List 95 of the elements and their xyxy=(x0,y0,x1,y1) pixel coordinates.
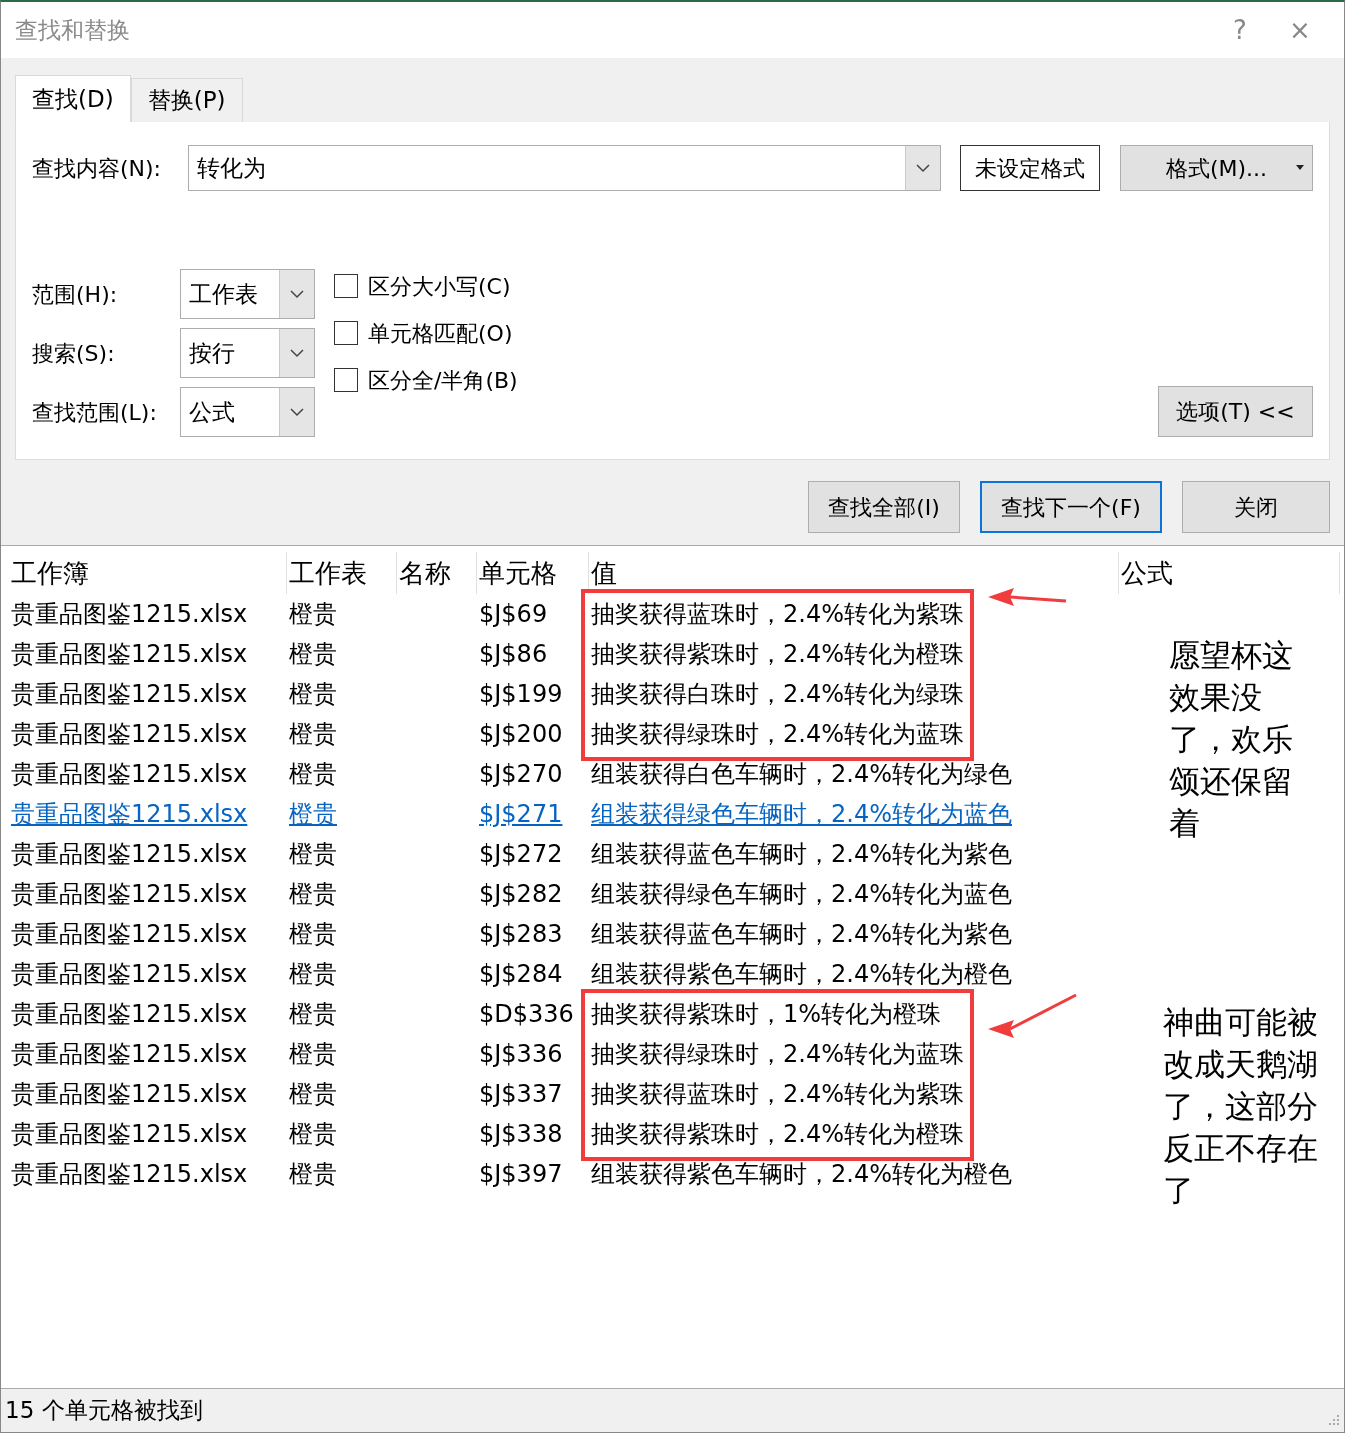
status-text: 15 个单元格被找到 xyxy=(5,1396,203,1426)
table-cell-text: 橙贵 xyxy=(289,1159,337,1190)
table-cell-text: 抽奖获得白珠时，2.4%转化为绿珠 xyxy=(591,679,964,710)
caret-icon xyxy=(1296,165,1304,170)
annotation-text: 神曲可能被改成天鹅湖了，这部分反正不存在了 xyxy=(1163,1003,1319,1210)
action-button[interactable]: 查找全部(I) xyxy=(808,481,960,533)
tab[interactable]: 替换(P) xyxy=(130,78,243,122)
table-cell-text: 组装获得白色车辆时，2.4%转化为绿色 xyxy=(591,759,1012,790)
table-cell-text: 抽奖获得蓝珠时，2.4%转化为紫珠 xyxy=(591,1079,964,1110)
table-cell-text: 贵重品图鉴1215.xlsx xyxy=(11,719,248,750)
field-label: 查找内容(N): xyxy=(32,154,163,183)
checkbox-label: 单元格匹配(O) xyxy=(368,319,513,348)
format-preview[interactable]: 未设定格式 xyxy=(960,145,1100,191)
table-cell-text: 橙贵 xyxy=(289,639,337,670)
table-cell-text: $J$284 xyxy=(479,959,563,990)
table-cell-text: 贵重品图鉴1215.xlsx xyxy=(11,879,248,910)
table-cell[interactable]: $J$271 xyxy=(479,796,563,832)
table-cell-text: $J$337 xyxy=(479,1079,563,1110)
table-cell-text: 组装获得紫色车辆时，2.4%转化为橙色 xyxy=(591,959,1012,990)
table-cell-text: 组装获得绿色车辆时，2.4%转化为蓝色 xyxy=(591,879,1012,910)
column-header[interactable]: 公式 xyxy=(1119,552,1340,594)
table-cell-text: 组装获得紫色车辆时，2.4%转化为橙色 xyxy=(591,1159,1012,1190)
table-cell-text: 贵重品图鉴1215.xlsx xyxy=(11,639,248,670)
checkbox[interactable] xyxy=(334,368,358,392)
table-cell-text: 贵重品图鉴1215.xlsx xyxy=(11,839,248,870)
table-cell-text: 抽奖获得绿珠时，2.4%转化为蓝珠 xyxy=(591,1039,964,1070)
close-button[interactable]: × xyxy=(1270,17,1330,43)
table-cell-text: 贵重品图鉴1215.xlsx xyxy=(11,759,248,790)
table-cell-text: 橙贵 xyxy=(289,839,337,870)
table-cell-text: 抽奖获得紫珠时，2.4%转化为橙珠 xyxy=(591,639,964,670)
action-button[interactable]: 关闭 xyxy=(1182,481,1330,533)
table-cell[interactable]: 贵重品图鉴1215.xlsx xyxy=(11,796,248,832)
column-header[interactable]: 名称 xyxy=(397,552,477,594)
option-select[interactable]: 公式 xyxy=(180,387,315,437)
table-cell-text: 贵重品图鉴1215.xlsx xyxy=(11,999,248,1030)
table-cell-text: 橙贵 xyxy=(289,959,337,990)
table-cell-text: 贵重品图鉴1215.xlsx xyxy=(11,1119,248,1150)
column-header[interactable]: 工作表 xyxy=(287,552,397,594)
annotation-text: 愿望杯这效果没了，欢乐颂还保留着 xyxy=(1169,636,1294,843)
window-title: 查找和替换 xyxy=(15,15,131,45)
table-cell-text: $J$282 xyxy=(479,879,563,910)
option-select[interactable]: 工作表 xyxy=(180,269,315,319)
table-cell-text: 橙贵 xyxy=(289,719,337,750)
find-field[interactable]: 转化为 xyxy=(188,145,941,191)
table-cell-text: $J$397 xyxy=(479,1159,563,1190)
table-cell-text: 贵重品图鉴1215.xlsx xyxy=(11,1159,248,1190)
table-cell-text: 橙贵 xyxy=(289,879,337,910)
table-cell-text: 贵重品图鉴1215.xlsx xyxy=(11,599,248,630)
table-cell-text: $D$336 xyxy=(479,999,574,1030)
table-cell-text: $J$283 xyxy=(479,919,563,950)
option-label: 范围(H): xyxy=(32,280,119,309)
table-cell-text: 贵重品图鉴1215.xlsx xyxy=(11,919,248,950)
table-cell-text: $J$336 xyxy=(479,1039,563,1070)
table-cell[interactable]: 组装获得绿色车辆时，2.4%转化为蓝色 xyxy=(591,796,1012,832)
table-cell-text: $J$199 xyxy=(479,679,563,710)
table-cell-text: 橙贵 xyxy=(289,999,337,1030)
checkbox[interactable] xyxy=(334,274,358,298)
table-cell-text: $J$200 xyxy=(479,719,563,750)
resize-grip-icon[interactable] xyxy=(1326,1414,1340,1428)
column-header[interactable]: 工作簿 xyxy=(9,552,287,594)
table-cell-text: 贵重品图鉴1215.xlsx xyxy=(11,959,248,990)
action-button[interactable]: 查找下一个(F) xyxy=(980,481,1162,533)
table-cell-text: 橙贵 xyxy=(289,919,337,950)
option-select[interactable]: 按行 xyxy=(180,328,315,378)
option-label: 查找范围(L): xyxy=(32,398,158,427)
table-cell-text: $J$69 xyxy=(479,599,548,630)
table-cell[interactable]: 橙贵 xyxy=(289,796,337,832)
table-cell-text: $J$86 xyxy=(479,639,548,670)
table-cell-text: 抽奖获得紫珠时，1%转化为橙珠 xyxy=(591,999,942,1030)
table-cell-text: 抽奖获得绿珠时，2.4%转化为蓝珠 xyxy=(591,719,964,750)
table-cell-text: 橙贵 xyxy=(289,599,337,630)
options-toggle-button[interactable]: 选项(T) << xyxy=(1158,386,1313,437)
table-cell-text: 抽奖获得蓝珠时，2.4%转化为紫珠 xyxy=(591,599,964,630)
table-cell-text: 橙贵 xyxy=(289,1079,337,1110)
help-button[interactable]: ? xyxy=(1210,17,1270,43)
checkbox[interactable] xyxy=(334,321,358,345)
checkbox-label: 区分全/半角(B) xyxy=(368,366,518,395)
table-cell-text: 组装获得蓝色车辆时，2.4%转化为紫色 xyxy=(591,919,1012,950)
tab[interactable]: 查找(D) xyxy=(15,75,131,122)
table-cell-text: 橙贵 xyxy=(289,1119,337,1150)
table-cell-text: 抽奖获得紫珠时，2.4%转化为橙珠 xyxy=(591,1119,964,1150)
table-cell-text: 橙贵 xyxy=(289,1039,337,1070)
table-cell-text: $J$270 xyxy=(479,759,563,790)
table-cell-text: 贵重品图鉴1215.xlsx xyxy=(11,1039,248,1070)
checkbox-label: 区分大小写(C) xyxy=(368,272,511,301)
table-cell-text: 贵重品图鉴1215.xlsx xyxy=(11,679,248,710)
table-cell-text: 贵重品图鉴1215.xlsx xyxy=(11,1079,248,1110)
table-cell-text: 橙贵 xyxy=(289,679,337,710)
option-label: 搜索(S): xyxy=(32,339,116,368)
table-cell-text: 橙贵 xyxy=(289,759,337,790)
table-cell-text: 组装获得蓝色车辆时，2.4%转化为紫色 xyxy=(591,839,1012,870)
table-cell-text: $J$272 xyxy=(479,839,563,870)
format-button[interactable]: 格式(M)... xyxy=(1120,145,1313,191)
table-cell-text: $J$338 xyxy=(479,1119,563,1150)
column-header[interactable]: 单元格 xyxy=(477,552,589,594)
